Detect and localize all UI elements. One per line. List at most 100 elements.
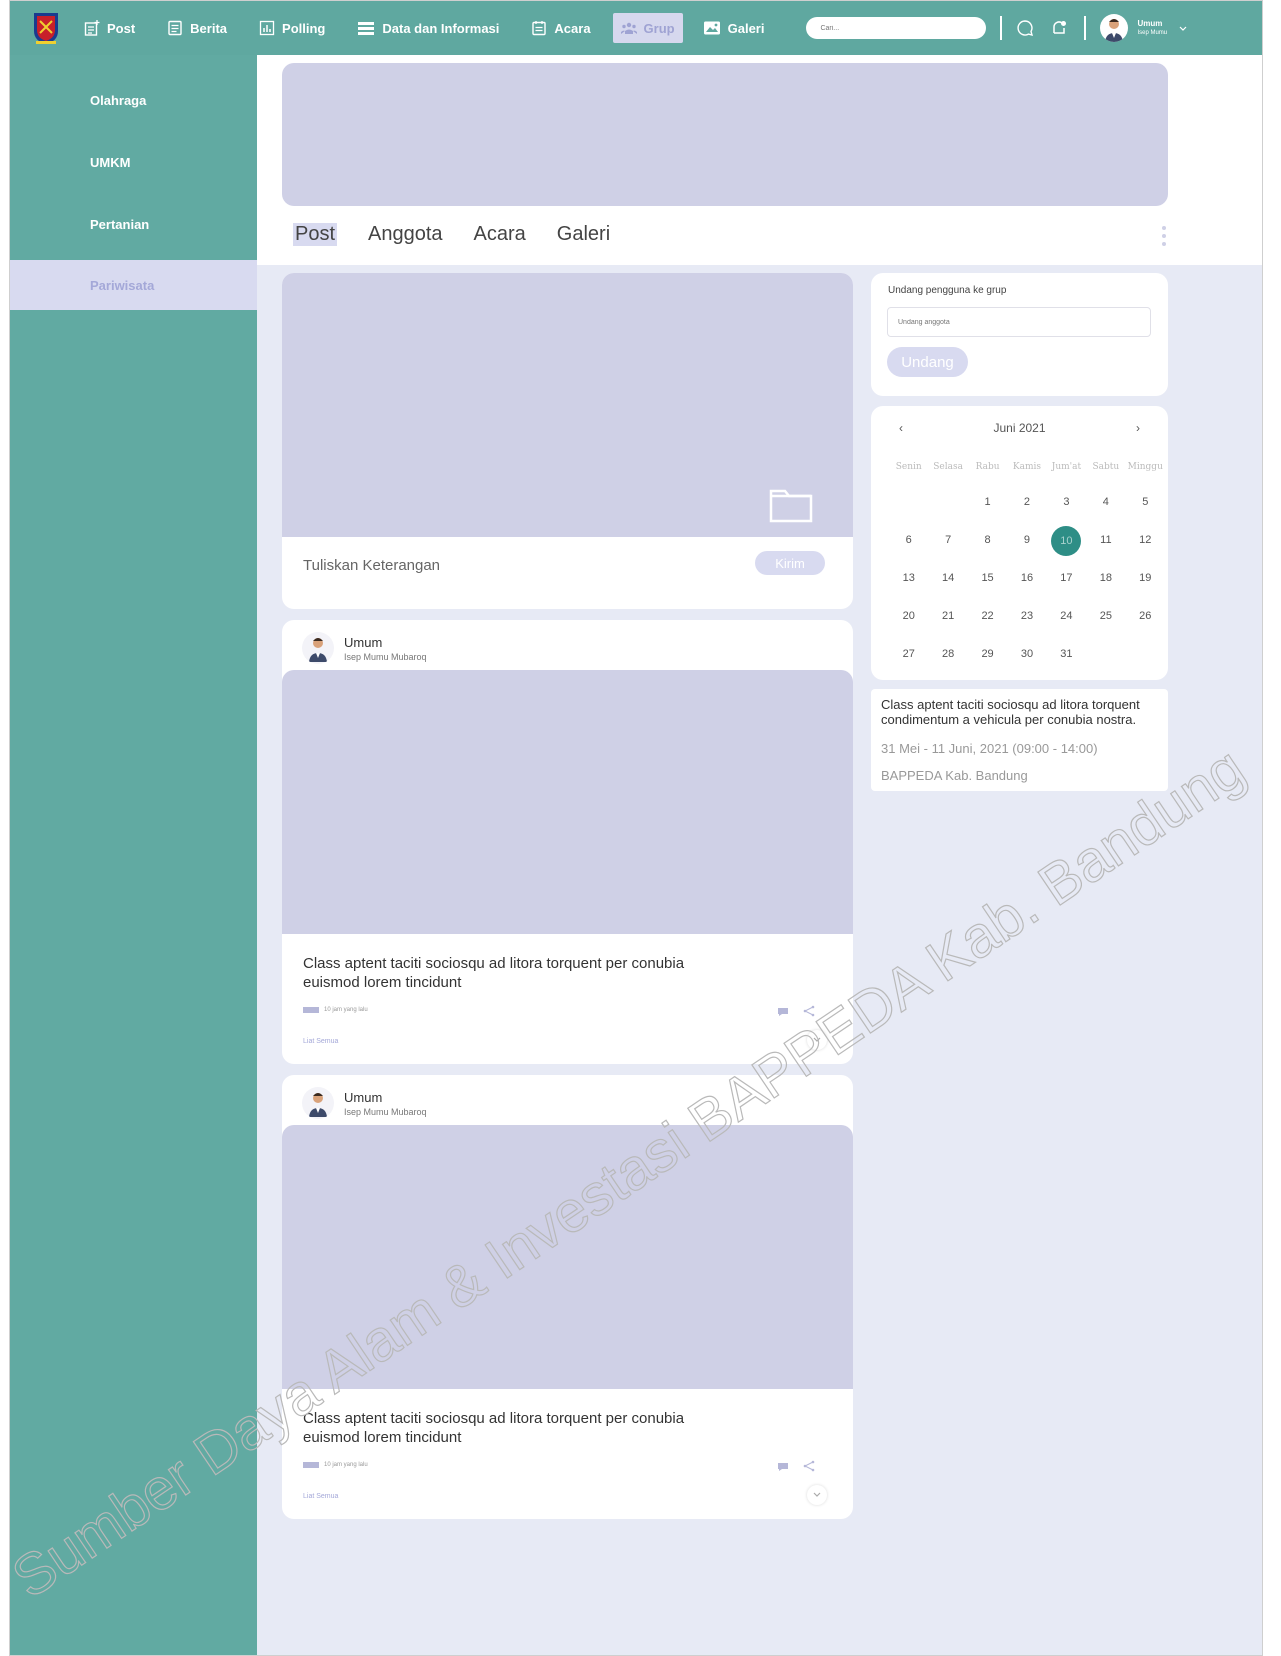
calendar-day[interactable]: 22 <box>968 606 1007 644</box>
user-info[interactable]: Umum Isep Mumu <box>1137 20 1167 37</box>
calendar-day[interactable]: 26 <box>1126 606 1165 644</box>
calendar: ‹ Juni 2021 › Senin Selasa Rabu Kamis Jum'at… <box>871 406 1168 680</box>
sidebar-item-olahraga[interactable]: Olahraga <box>10 69 257 131</box>
group-icon <box>620 22 637 34</box>
logo-icon[interactable] <box>32 11 60 45</box>
calendar-day[interactable]: 23 <box>1007 606 1046 644</box>
post-author[interactable]: Umum <box>344 635 427 650</box>
calendar-day[interactable]: 18 <box>1086 568 1125 606</box>
calendar-day[interactable]: 6 <box>889 530 928 568</box>
calendar-day[interactable]: 21 <box>928 606 967 644</box>
calendar-day[interactable]: 10 <box>1047 526 1086 568</box>
comment-icon[interactable] <box>777 1004 789 1022</box>
calendar-day[interactable]: 17 <box>1047 568 1086 606</box>
tab-post[interactable]: Post <box>293 223 338 246</box>
sidebar-item-umkm[interactable]: UMKM <box>10 131 257 193</box>
post-actions <box>777 1459 815 1477</box>
app-frame: Post Berita Polling Data dan Informasi A… <box>9 0 1263 1656</box>
nav-galeri[interactable]: Galeri <box>703 13 764 43</box>
upload-area[interactable] <box>282 273 853 537</box>
folder-icon[interactable] <box>769 485 813 528</box>
post-card: Umum Isep Mumu Mubaroq Class aptent taci… <box>282 1075 853 1519</box>
calendar-day[interactable]: 13 <box>889 568 928 606</box>
calendar-empty <box>1126 644 1165 682</box>
calendar-day[interactable]: 3 <box>1047 492 1086 530</box>
calendar-day[interactable]: 28 <box>928 644 967 682</box>
calendar-day[interactable]: 16 <box>1007 568 1046 606</box>
share-icon[interactable] <box>803 1459 815 1477</box>
sidebar-item-pariwisata[interactable]: Pariwisata <box>10 260 257 310</box>
poll-icon <box>259 20 275 36</box>
notification-icon[interactable] <box>1050 19 1068 37</box>
calendar-day[interactable]: 31 <box>1047 644 1086 682</box>
calendar-day[interactable]: 2 <box>1007 492 1046 530</box>
event-card[interactable]: Class aptent taciti sociosqu ad litora t… <box>871 689 1168 791</box>
sidebar-item-pertanian[interactable]: Pertanian <box>10 193 257 255</box>
nav-polling-label: Polling <box>282 20 326 36</box>
calendar-day[interactable]: 24 <box>1047 606 1086 644</box>
calendar-day[interactable]: 7 <box>928 530 967 568</box>
calendar-day[interactable]: 19 <box>1126 568 1165 606</box>
invite-input[interactable] <box>887 307 1151 337</box>
chevron-right-icon[interactable]: › <box>1136 421 1140 435</box>
weekday-label: Minggu <box>1127 462 1163 472</box>
see-all-link[interactable]: Liat Semua <box>303 1038 338 1045</box>
send-button[interactable]: Kirim <box>755 551 825 575</box>
user-avatar[interactable] <box>1100 14 1129 42</box>
post-actions <box>777 1004 815 1022</box>
tab-galeri[interactable]: Galeri <box>557 223 610 246</box>
top-nav: Post Berita Polling Data dan Informasi A… <box>10 1 1262 55</box>
calendar-day[interactable]: 1 <box>968 492 1007 530</box>
tab-anggota[interactable]: Anggota <box>368 223 443 246</box>
group-banner <box>282 63 1168 206</box>
search-input[interactable] <box>806 17 987 39</box>
calendar-day[interactable]: 9 <box>1007 530 1046 568</box>
nav-data-informasi[interactable]: Data dan Informasi <box>357 13 499 43</box>
nav-divider <box>1000 16 1003 40</box>
nav-acara[interactable]: Acara <box>531 13 591 43</box>
caption-input[interactable]: Tuliskan Keterangan <box>303 557 440 574</box>
avatar[interactable] <box>302 632 334 664</box>
calendar-day[interactable]: 8 <box>968 530 1007 568</box>
calendar-day[interactable]: 11 <box>1086 530 1125 568</box>
chevron-down-icon <box>813 1492 821 1497</box>
calendar-header: ‹ Juni 2021 › <box>871 421 1168 435</box>
chat-icon[interactable] <box>1016 19 1034 37</box>
calendar-day[interactable]: 29 <box>968 644 1007 682</box>
more-options-icon[interactable] <box>1162 226 1166 246</box>
post-author[interactable]: Umum <box>344 1090 427 1105</box>
nav-polling[interactable]: Polling <box>259 13 325 43</box>
post-image[interactable] <box>282 1125 853 1389</box>
calendar-month: Juni 2021 <box>993 421 1046 435</box>
invite-button[interactable]: Undang <box>887 347 968 377</box>
list-icon <box>358 22 375 35</box>
post-time: 10 jam yang lalu <box>324 1462 368 1468</box>
see-all-link[interactable]: Liat Semua <box>303 1493 338 1500</box>
comment-icon[interactable] <box>777 1459 789 1477</box>
expand-button[interactable] <box>807 1485 827 1505</box>
share-icon[interactable] <box>803 1004 815 1022</box>
calendar-day[interactable]: 4 <box>1086 492 1125 530</box>
calendar-day[interactable]: 15 <box>968 568 1007 606</box>
post-image[interactable] <box>282 670 853 934</box>
weekday-label: Jum'at <box>1051 462 1082 472</box>
avatar[interactable] <box>302 1087 334 1119</box>
calendar-day[interactable]: 25 <box>1086 606 1125 644</box>
calendar-day[interactable]: 14 <box>928 568 967 606</box>
calendar-day[interactable]: 27 <box>889 644 928 682</box>
tab-acara[interactable]: Acara <box>474 223 526 246</box>
calendar-day[interactable]: 5 <box>1126 492 1165 530</box>
calendar-day[interactable]: 30 <box>1007 644 1046 682</box>
calendar-day[interactable]: 12 <box>1126 530 1165 568</box>
calendar-day[interactable]: 20 <box>889 606 928 644</box>
nav-berita[interactable]: Berita <box>167 13 227 43</box>
chevron-down-icon[interactable] <box>1179 19 1187 37</box>
nav-grup[interactable]: Grup <box>612 13 683 43</box>
expand-button[interactable] <box>807 1030 827 1050</box>
post-text: Class aptent taciti sociosqu ad litora t… <box>303 1410 685 1446</box>
chevron-left-icon[interactable]: ‹ <box>899 421 903 435</box>
nav-post-label: Post <box>107 20 136 36</box>
nav-post[interactable]: Post <box>84 13 135 43</box>
event-description: Class aptent taciti sociosqu ad litora t… <box>881 697 1140 727</box>
news-icon <box>168 20 182 36</box>
